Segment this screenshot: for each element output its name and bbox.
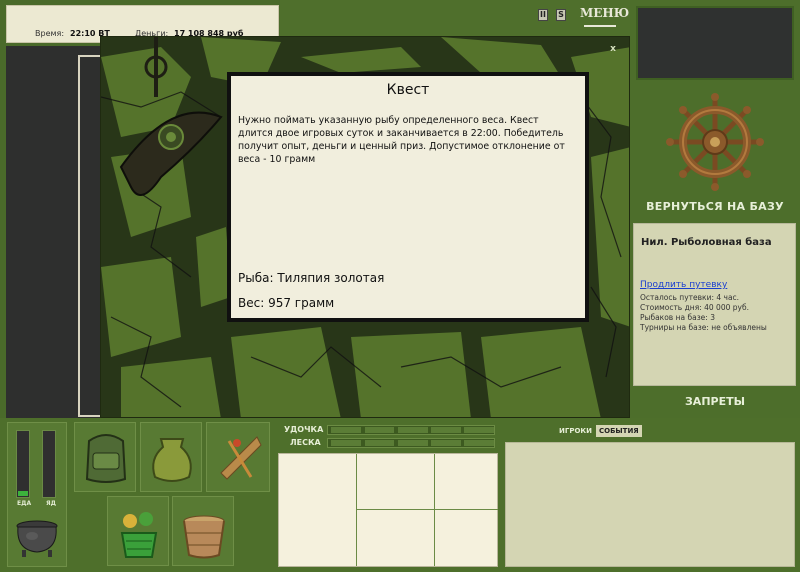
voucher-remaining: Осталось путевки: 4 час. [640,293,740,302]
poison-label: ЯД [46,500,56,507]
extend-voucher-link[interactable]: Продлить путевку [640,280,727,290]
rod-bar [327,425,495,435]
bans-button[interactable]: ЗАПРЕТЫ [640,395,790,411]
inventory-slot[interactable] [206,422,270,492]
close-scene-button[interactable]: x [607,44,619,56]
inventory-slot[interactable] [107,496,169,566]
quest-dialog-body: Квест Нужно поймать указанную рыбу опред… [231,76,585,318]
menu-underline [584,25,616,27]
pause-button[interactable]: II [538,9,548,21]
quest-title: Квест [386,82,430,98]
header-strip [280,0,630,38]
inventory-slot[interactable] [140,422,202,492]
food-meter [16,430,30,498]
tab-players[interactable]: ИГРОКИ [556,425,595,437]
sound-button[interactable]: S [556,9,566,21]
bucket-icon [183,515,225,559]
quest-weight: Вес: 957 грамм [238,296,335,310]
poison-meter [42,430,56,498]
quest-description: Нужно поймать указанную рыбу определенно… [238,115,565,165]
base-title: Нил. Рыболовная база [641,237,772,248]
inventory-slot[interactable] [74,422,136,492]
menu-label: МЕНЮ [580,6,630,20]
fishers-count: Рыбаков на базе: 3 [640,313,715,322]
cauldron-icon[interactable] [12,512,62,560]
fishing-tackle-icon [220,436,262,480]
equipment-grid[interactable] [278,453,498,567]
backpack-icon [85,434,127,483]
return-to-base-button[interactable]: ВЕРНУТЬСЯ НА БАЗУ [640,200,790,216]
food-meter-fill [18,490,28,496]
time-label: Время: [35,29,65,38]
tournaments-status: Турниры на базе: не объявлены [640,323,767,332]
quest-fish: Рыба: Тиляпия золотая [238,271,385,285]
rod-label: УДОЧКА [284,425,324,434]
line-bar [327,438,495,448]
ship-wheel-icon[interactable] [665,92,765,192]
food-label: ЕДА [17,500,32,507]
chat-area [505,442,795,567]
sack-icon [152,438,192,482]
food-basket-icon [120,512,158,558]
chat-tabs: ИГРОКИ СОБЫТИЯ [504,420,800,442]
base-info-panel: Нил. Рыболовная база Продлить путевку Ос… [633,223,796,386]
inventory-slot[interactable] [172,496,234,566]
minimap-panel [636,6,794,80]
line-label: ЛЕСКА [290,438,321,447]
menu-button[interactable]: МЕНЮ [580,6,629,28]
tab-events[interactable]: СОБЫТИЯ [596,425,642,437]
day-cost: Стоимость дня: 40 000 руб. [640,303,749,312]
quest-dialog: Квест Нужно поймать указанную рыбу опред… [227,72,589,322]
